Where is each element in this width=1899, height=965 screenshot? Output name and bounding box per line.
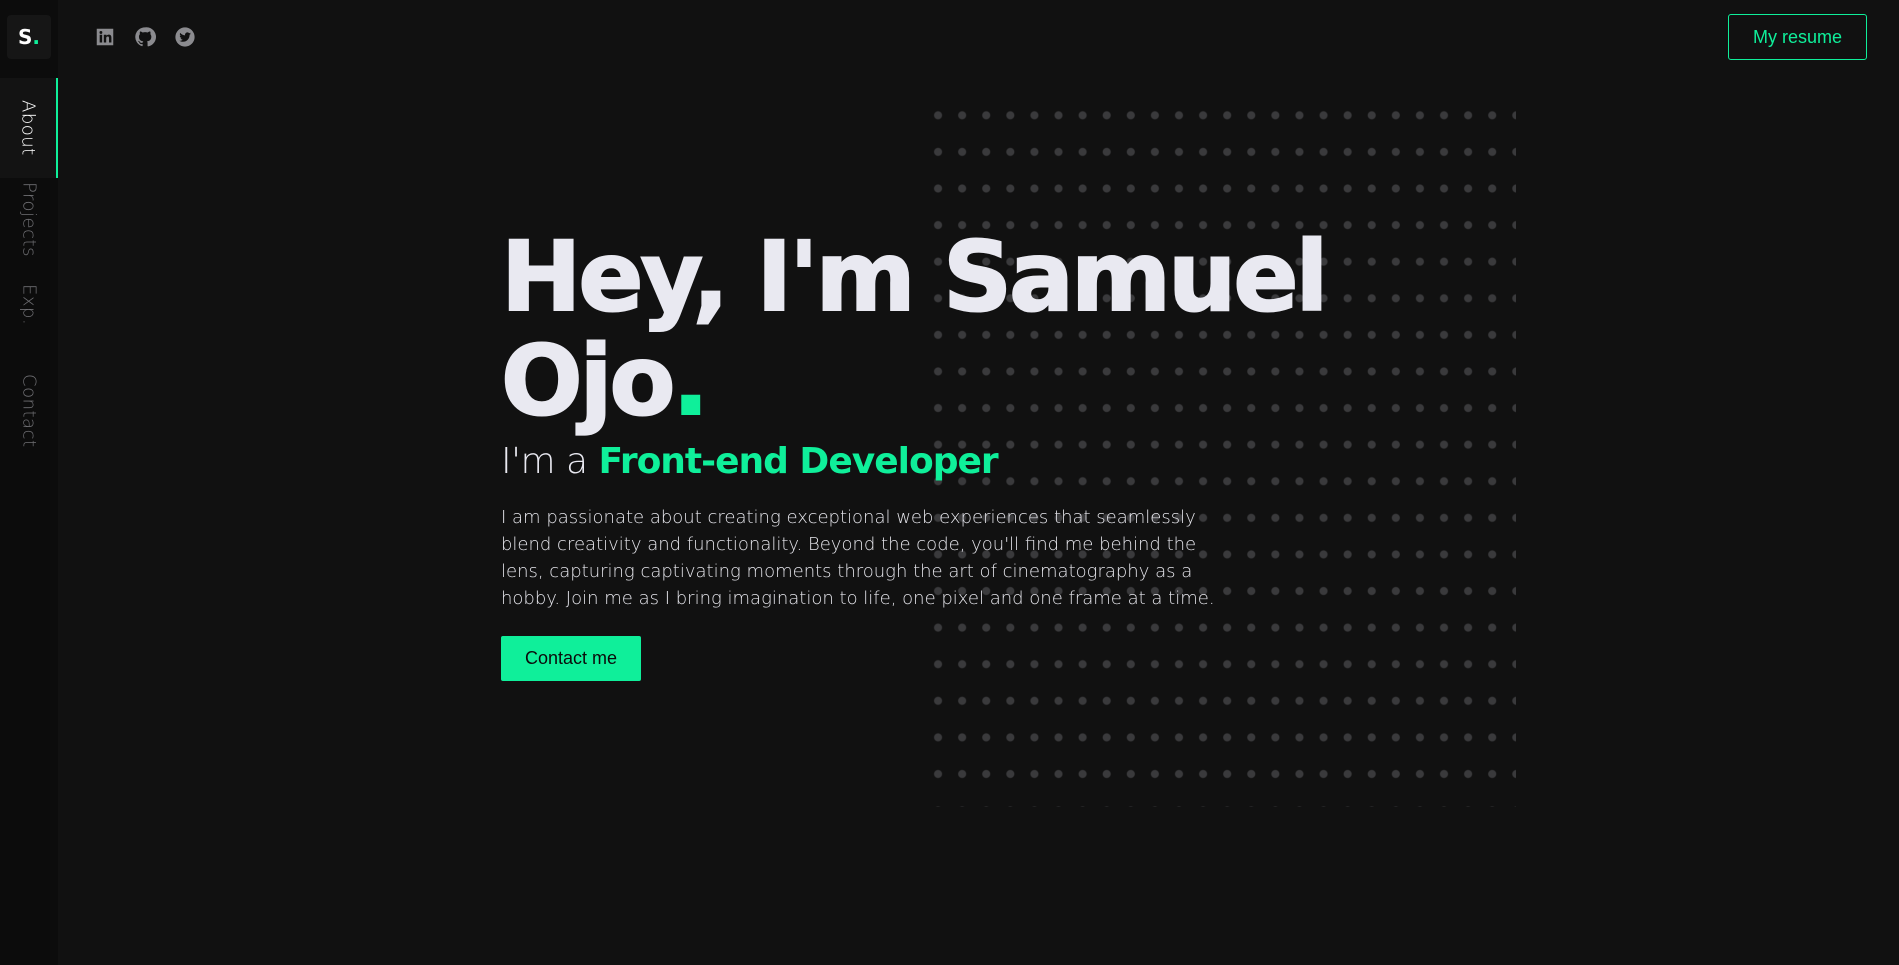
hero-title: Hey, I'm Samuel Ojo.	[500, 224, 1401, 434]
linkedin-icon[interactable]	[94, 26, 116, 48]
social-links	[94, 26, 196, 48]
sidebar-item-contact[interactable]: Contact	[0, 356, 58, 466]
hero-title-text: Hey, I'm Samuel Ojo	[500, 221, 1329, 437]
twitter-icon[interactable]	[174, 26, 196, 48]
hero: Hey, I'm Samuel Ojo. I'm a Front-end Dev…	[500, 224, 1401, 681]
sidebar: S. About Projects Exp. Contact	[0, 0, 58, 965]
sidebar-item-label: Projects	[18, 181, 40, 257]
hero-title-dot: .	[671, 325, 710, 437]
role-text: Front-end Developer	[598, 441, 999, 482]
hero-subtitle: I'm a Front-end Developer	[501, 441, 1401, 482]
sidebar-item-exp[interactable]: Exp.	[0, 280, 58, 330]
bio-text: I am passionate about creating exception…	[501, 507, 1215, 609]
sidebar-item-about[interactable]: About	[0, 78, 58, 178]
logo-letter: S	[17, 25, 33, 49]
sidebar-item-label: Contact	[18, 374, 40, 448]
contact-button[interactable]: Contact me	[501, 636, 641, 681]
logo[interactable]: S.	[7, 15, 51, 59]
logo-dot: .	[32, 25, 40, 49]
sidebar-item-projects[interactable]: Projects	[0, 178, 58, 260]
subtitle-prefix: I'm a	[501, 441, 599, 482]
sidebar-item-label: Exp.	[18, 284, 40, 326]
resume-button[interactable]: My resume	[1728, 14, 1867, 60]
sidebar-item-label: About	[17, 100, 39, 156]
github-icon[interactable]	[134, 26, 156, 48]
